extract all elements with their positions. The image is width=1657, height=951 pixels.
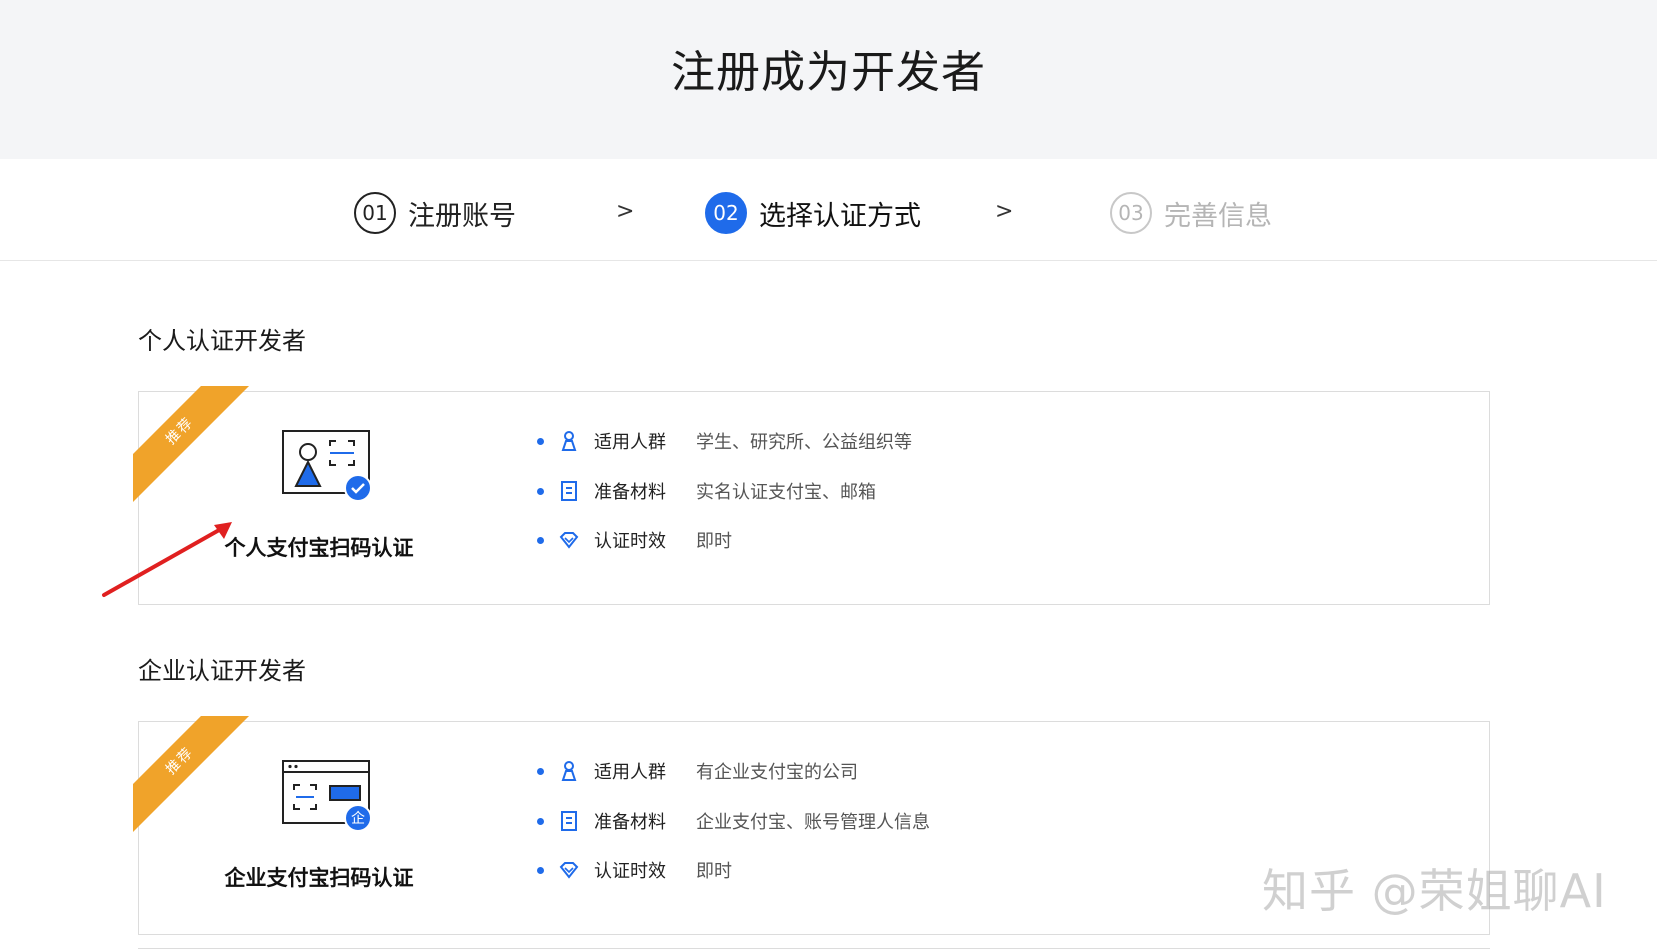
feature-row-timing: 认证时效 即时: [537, 525, 732, 555]
feature-row-materials: 准备材料 实名认证支付宝、邮箱: [537, 476, 876, 506]
bullet-dot: [537, 866, 544, 874]
bullet-dot: [537, 536, 544, 544]
feature-key: 适用人群: [594, 762, 666, 783]
step-label: 选择认证方式: [759, 200, 921, 232]
feature-key: 认证时效: [594, 861, 666, 882]
step-label: 注册账号: [408, 200, 516, 232]
feature-value: 有企业支付宝的公司: [696, 762, 858, 783]
stepper: 01 注册账号 > 02 选择认证方式 > 03 完善信息: [0, 159, 1657, 261]
feature-key: 准备材料: [594, 482, 666, 503]
feature-row-audience: 适用人群 学生、研究所、公益组织等: [537, 426, 912, 456]
annotation-arrow-icon: [102, 522, 232, 597]
step-register-account: 01 注册账号: [354, 191, 516, 235]
feature-key: 适用人群: [594, 432, 666, 453]
page-title: 注册成为开发者: [671, 46, 986, 98]
feature-row-audience: 适用人群 有企业支付宝的公司: [537, 756, 858, 786]
section-title-personal: 个人认证开发者: [138, 327, 306, 355]
person-icon: [558, 760, 580, 782]
step-label: 完善信息: [1164, 200, 1272, 232]
feature-row-materials: 准备材料 企业支付宝、账号管理人信息: [537, 806, 930, 836]
feature-value: 学生、研究所、公益组织等: [696, 432, 912, 453]
enterprise-badge: 企: [351, 810, 365, 827]
recommend-ribbon: 推荐: [133, 716, 251, 834]
feature-value: 实名认证支付宝、邮箱: [696, 482, 876, 503]
diamond-icon: [558, 529, 580, 551]
document-icon: [558, 480, 580, 502]
bullet-dot: [537, 487, 544, 495]
bullet-dot: [537, 817, 544, 825]
watermark: 知乎 @荣姐聊AI: [1262, 864, 1607, 918]
feature-value: 即时: [696, 861, 732, 882]
bullet-dot: [537, 767, 544, 775]
step-choose-verification: 02 选择认证方式: [705, 191, 921, 235]
diamond-icon: [558, 859, 580, 881]
step-number: 02: [705, 192, 747, 234]
enterprise-scan-icon: 企: [282, 760, 372, 832]
bullet-dot: [537, 437, 544, 445]
feature-key: 准备材料: [594, 812, 666, 833]
recommend-ribbon-label: 推荐: [133, 716, 251, 834]
document-icon: [558, 810, 580, 832]
step-number: 03: [1110, 192, 1152, 234]
step-separator-chevron: >: [616, 199, 635, 224]
page-header: 注册成为开发者: [0, 0, 1657, 159]
card-title: 企业支付宝扫码认证: [224, 866, 414, 890]
feature-key: 认证时效: [594, 531, 666, 552]
feature-row-timing: 认证时效 即时: [537, 855, 732, 885]
feature-value: 企业支付宝、账号管理人信息: [696, 812, 930, 833]
section-title-enterprise: 企业认证开发者: [138, 657, 306, 685]
step-complete-info: 03 完善信息: [1110, 191, 1272, 235]
personal-verification-card[interactable]: 推荐 个人支付宝扫码认证 适用人群 学生、研究所、公益组织等 准备材料 实名认证…: [133, 386, 1490, 605]
recommend-ribbon-label: 推荐: [133, 386, 251, 504]
person-icon: [558, 430, 580, 452]
step-number: 01: [354, 192, 396, 234]
feature-value: 即时: [696, 531, 732, 552]
step-separator-chevron: >: [995, 199, 1014, 224]
recommend-ribbon: 推荐: [133, 386, 251, 504]
personal-scan-icon: [282, 430, 372, 502]
